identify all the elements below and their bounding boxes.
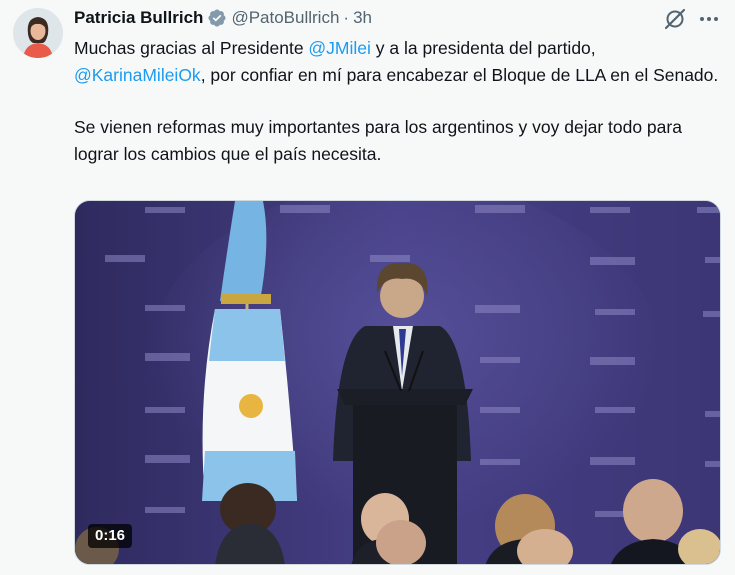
author-handle[interactable]: @PatoBullrich — [231, 8, 339, 28]
tweet-paragraph-1: Muchas gracias al Presidente @JMilei y a… — [74, 35, 724, 89]
post-time[interactable]: 3h — [353, 8, 372, 28]
text-segment: y a la presidenta del partido, — [370, 38, 596, 58]
verified-badge-icon — [208, 9, 226, 27]
mention-link[interactable]: @JMilei — [308, 38, 371, 58]
tweet-paragraph-2: Se vienen reformas muy importantes para … — [74, 117, 682, 164]
video-player[interactable] — [74, 200, 721, 565]
tweet[interactable]: Patricia Bullrich @PatoBullrich · 3h Muc… — [0, 0, 735, 575]
author-avatar[interactable] — [13, 8, 63, 58]
author-name[interactable]: Patricia Bullrich — [74, 8, 203, 28]
header-separator: · — [343, 8, 350, 27]
tweet-header: Patricia Bullrich @PatoBullrich · 3h — [74, 7, 372, 29]
grok-icon[interactable] — [662, 6, 688, 32]
text-segment: , por confiar en mí para encabezar el Bl… — [200, 65, 719, 85]
more-icon[interactable] — [696, 6, 722, 32]
tweet-text: Muchas gracias al Presidente @JMilei y a… — [74, 35, 724, 168]
video-frame — [75, 201, 720, 564]
video-duration-badge: 0:16 — [88, 524, 133, 548]
text-segment: Muchas gracias al Presidente — [74, 38, 309, 58]
mention-link[interactable]: @KarinaMileiOk — [74, 65, 201, 85]
